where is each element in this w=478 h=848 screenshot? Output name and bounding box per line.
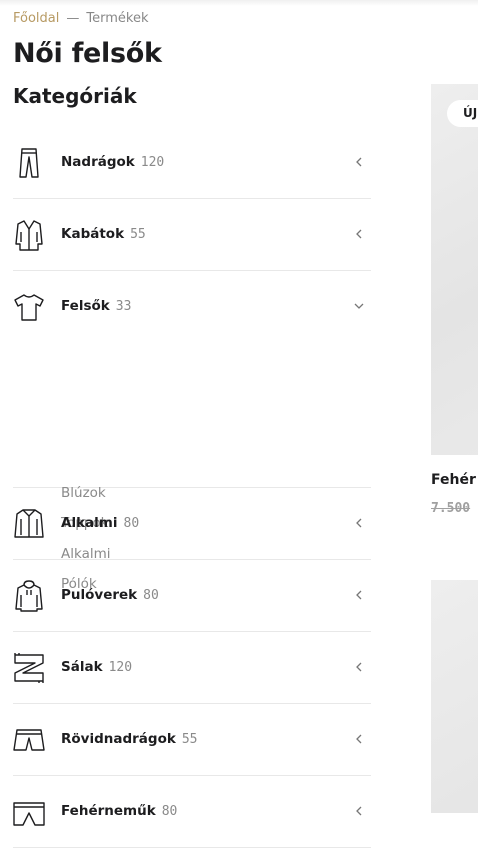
category-row[interactable]: Fehérneműk 80 <box>13 776 371 847</box>
category-count: 80 <box>161 804 178 819</box>
category-label: Fehérneműk 80 <box>61 803 178 819</box>
categories-heading: Kategóriák <box>13 84 137 108</box>
top-shadow <box>0 0 478 6</box>
product-old-price: 7.500 <box>431 501 471 516</box>
category-label: Rövidnadrágok 55 <box>61 731 198 747</box>
hoodie-icon <box>13 579 45 613</box>
new-badge: ÚJ <box>447 100 478 127</box>
chevron-left-icon[interactable] <box>353 155 365 169</box>
category-count: 80 <box>123 516 140 531</box>
category-count: 55 <box>130 227 146 242</box>
product-name[interactable]: Fehér <box>431 472 476 488</box>
category-row[interactable]: Felsők 33 <box>13 271 371 342</box>
category-label: Alkalmi 80 <box>61 515 140 531</box>
page-title: Női felsők <box>13 38 162 69</box>
underwear-icon <box>13 795 45 829</box>
chevron-left-icon[interactable] <box>353 588 365 602</box>
tshirt-icon <box>13 290 45 324</box>
category-count: 55 <box>181 732 198 747</box>
product-image[interactable] <box>431 84 478 455</box>
category-count: 120 <box>108 660 133 675</box>
category-row[interactable]: Alkalmi 80 <box>13 488 371 559</box>
chevron-left-icon[interactable] <box>353 227 365 241</box>
category-label: Nadrágok 120 <box>61 154 165 170</box>
chevron-left-icon[interactable] <box>353 516 365 530</box>
category-label: Felsők 33 <box>61 298 132 314</box>
breadcrumb-separator: — <box>66 11 80 26</box>
category-item-puloverek: Pulóverek 80 <box>13 560 371 632</box>
category-label: Sálak 120 <box>61 659 133 675</box>
category-item-alkalmi: Alkalmi 80 <box>13 488 371 560</box>
chevron-left-icon[interactable] <box>353 804 365 818</box>
category-item-nadragok: Nadrágok 120 <box>13 127 371 199</box>
breadcrumb: Főoldal — Termékek <box>13 11 148 26</box>
category-item-felsok: Felsők 33 Blúzok Toppok Alkalmi Pólók <box>13 271 371 592</box>
breadcrumb-home-link[interactable]: Főoldal <box>13 11 59 26</box>
category-item-rovidnadragok: Rövidnadrágok 55 <box>13 704 371 776</box>
product-grid: ÚJ Fehér 7.500 <box>431 0 478 813</box>
category-item-salak: Sálak 120 <box>13 632 371 704</box>
category-item-kabatok: Kabátok 55 <box>13 199 371 271</box>
category-row[interactable]: Kabátok 55 <box>13 199 371 270</box>
scarf-icon <box>13 651 45 685</box>
pants-icon <box>13 146 45 180</box>
category-count: 33 <box>115 299 132 314</box>
category-row[interactable]: Rövidnadrágok 55 <box>13 704 371 775</box>
category-row[interactable]: Sálak 120 <box>13 632 371 703</box>
chevron-left-icon[interactable] <box>353 660 365 674</box>
coat-icon <box>13 218 45 252</box>
category-label: Kabátok 55 <box>61 226 146 242</box>
category-count: 120 <box>140 155 165 170</box>
category-row[interactable]: Nadrágok 120 <box>13 127 371 198</box>
category-label: Pulóverek 80 <box>61 587 159 603</box>
category-list: Nadrágok 120 Kabátok 55 Felsők 33 Blúzok… <box>13 127 371 848</box>
shorts-icon <box>13 723 45 757</box>
chevron-left-icon[interactable] <box>353 732 365 746</box>
shirt-icon <box>13 507 45 541</box>
category-row[interactable]: Pulóverek 80 <box>13 560 371 631</box>
category-item-fehernemuk: Fehérneműk 80 <box>13 776 371 848</box>
breadcrumb-current[interactable]: Termékek <box>86 11 148 26</box>
product-image[interactable] <box>431 580 478 813</box>
chevron-down-icon[interactable] <box>353 299 365 313</box>
category-count: 80 <box>143 588 159 603</box>
